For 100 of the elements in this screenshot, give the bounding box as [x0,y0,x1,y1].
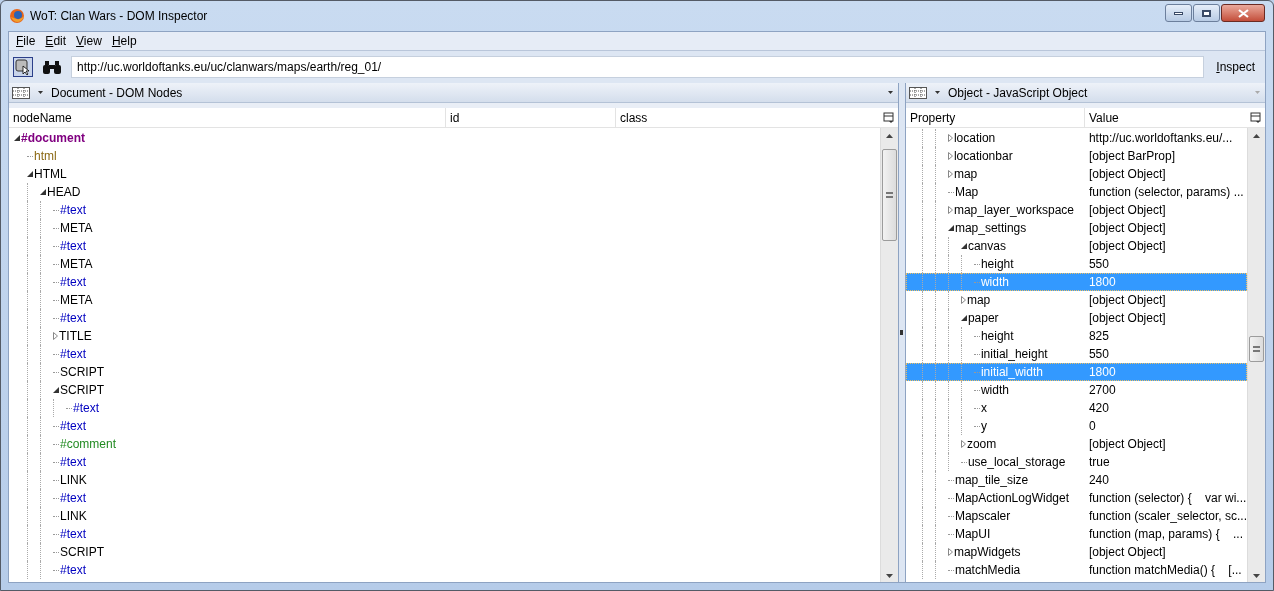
node-name[interactable]: #text [60,201,86,219]
window-title: WoT: Clan Wars - DOM Inspector [30,8,208,25]
scroll-down-icon[interactable] [885,574,893,578]
collapse-icon[interactable] [53,387,59,393]
property-row[interactable]: use_local_storage true [905,453,1247,471]
property-row[interactable]: map_layer_workspace [object Object] [905,201,1247,219]
property-row[interactable]: height 825 [905,327,1247,345]
property-name: MapActionLogWidget [954,490,1069,507]
property-value: 420 [1088,401,1109,415]
node-name[interactable]: #text [60,345,86,363]
column-header[interactable]: Property [905,108,1085,127]
property-row[interactable]: zoom [object Object] [905,435,1247,453]
property-row[interactable]: paper [object Object] [905,309,1247,327]
menu-item[interactable]: Help [108,32,140,50]
property-row[interactable]: canvas [object Object] [905,237,1247,255]
property-row[interactable]: map_settings [object Object] [905,219,1247,237]
expand-icon[interactable] [947,134,953,142]
scroll-thumb[interactable] [1249,336,1264,362]
property-row[interactable]: MapActionLogWidget function (selector) { var wi... [905,489,1247,507]
expand-icon[interactable] [947,170,953,178]
property-row[interactable]: mapWidgets [object Object] [905,543,1247,561]
node-name[interactable]: LINK [60,507,87,525]
scroll-thumb[interactable] [881,149,897,241]
collapse-icon[interactable] [40,189,46,195]
property-name: initial_width [980,364,1043,381]
address-field[interactable]: http://uc.worldoftanks.eu/uc/clanwars/maps/earth/reg_01/ [71,56,1205,78]
node-name[interactable]: #text [60,273,86,291]
node-name[interactable]: META [60,219,93,237]
node-name[interactable]: SCRIPT [60,543,104,561]
node-name[interactable]: #text [60,489,86,507]
inspect-button[interactable]: Inspect [1210,56,1261,78]
property-value: 825 [1088,329,1109,343]
grid-view-icon[interactable] [12,86,30,99]
node-name[interactable]: META [60,291,93,309]
dropdown-caret-icon[interactable] [38,91,43,94]
expand-icon[interactable] [947,548,953,556]
property-row[interactable]: map [object Object] [905,165,1247,183]
binoculars-icon[interactable] [43,60,61,74]
node-name[interactable]: #text [60,309,86,327]
node-name[interactable]: html [34,147,57,165]
expand-icon[interactable] [947,152,953,160]
property-row[interactable]: location http://uc.worldoftanks.eu/... [905,129,1247,147]
dropdown-caret-icon[interactable] [934,91,940,94]
expand-icon[interactable] [53,332,58,340]
node-name[interactable]: #text [73,399,99,417]
property-row[interactable]: y 0 [905,417,1247,435]
property-row[interactable]: Map function (selector, params) ... [905,183,1247,201]
column-header[interactable]: nodeName [9,108,446,127]
inspect-pointer-icon[interactable] [13,57,33,77]
pane-title: Document - DOM Nodes [51,84,184,102]
expand-icon[interactable] [960,296,966,304]
node-name[interactable]: #text [60,237,86,255]
node-name[interactable]: #text [60,561,86,579]
node-name[interactable]: #text [60,525,86,543]
node-name[interactable]: HEAD [47,183,81,201]
collapse-icon[interactable] [947,225,954,231]
scrollbar[interactable] [879,128,898,582]
node-name[interactable]: SCRIPT [60,381,104,399]
scrollbar[interactable] [1247,128,1265,582]
scroll-down-icon[interactable] [1253,574,1260,578]
property-row[interactable]: matchMedia function matchMedia() { [... [905,561,1247,579]
node-name[interactable]: #comment [60,435,117,453]
property-row[interactable]: width 2700 [905,381,1247,399]
property-row[interactable]: map_tile_size 240 [905,471,1247,489]
expand-icon[interactable] [960,440,966,448]
minimize-button[interactable] [1165,4,1192,22]
collapse-icon[interactable] [960,243,967,249]
property-value: 1800 [1088,365,1116,379]
menu-item[interactable]: Edit [42,32,70,50]
splitter-grip-icon[interactable] [900,330,904,335]
dropdown-caret-icon[interactable] [887,91,893,94]
collapse-icon[interactable] [14,135,20,141]
column-header[interactable]: id [446,108,616,127]
menu-item[interactable]: View [73,32,105,50]
maximize-button[interactable] [1193,4,1220,22]
scroll-up-icon[interactable] [1253,134,1260,138]
node-name[interactable]: TITLE [59,327,92,345]
node-name[interactable]: #text [60,453,86,471]
close-button[interactable] [1221,4,1265,22]
column-header[interactable]: Value [1084,108,1247,127]
scroll-up-icon[interactable] [885,134,893,138]
property-row[interactable]: locationbar [object BarProp] [905,147,1247,165]
property-row[interactable]: map [object Object] [905,291,1247,309]
collapse-icon[interactable] [960,315,967,321]
column-header[interactable]: class [616,108,880,127]
node-name[interactable]: HTML [34,165,67,183]
node-name[interactable]: SCRIPT [60,363,104,381]
collapse-icon[interactable] [27,171,33,177]
property-row[interactable]: MapUI function (map, params) { ... [905,525,1247,543]
node-name[interactable]: META [60,255,93,273]
node-name[interactable]: #document [21,129,85,147]
menu-item[interactable]: File [13,32,39,50]
property-row[interactable]: Mapscaler function (scaler_selector, sc... [905,507,1247,525]
property-row[interactable]: x 420 [905,399,1247,417]
node-name[interactable]: LINK [60,471,87,489]
property-name: width [980,274,1009,291]
expand-icon[interactable] [947,206,953,214]
property-name: map_tile_size [954,472,1029,489]
node-name[interactable]: #text [60,417,86,435]
grid-view-icon[interactable] [908,86,927,99]
